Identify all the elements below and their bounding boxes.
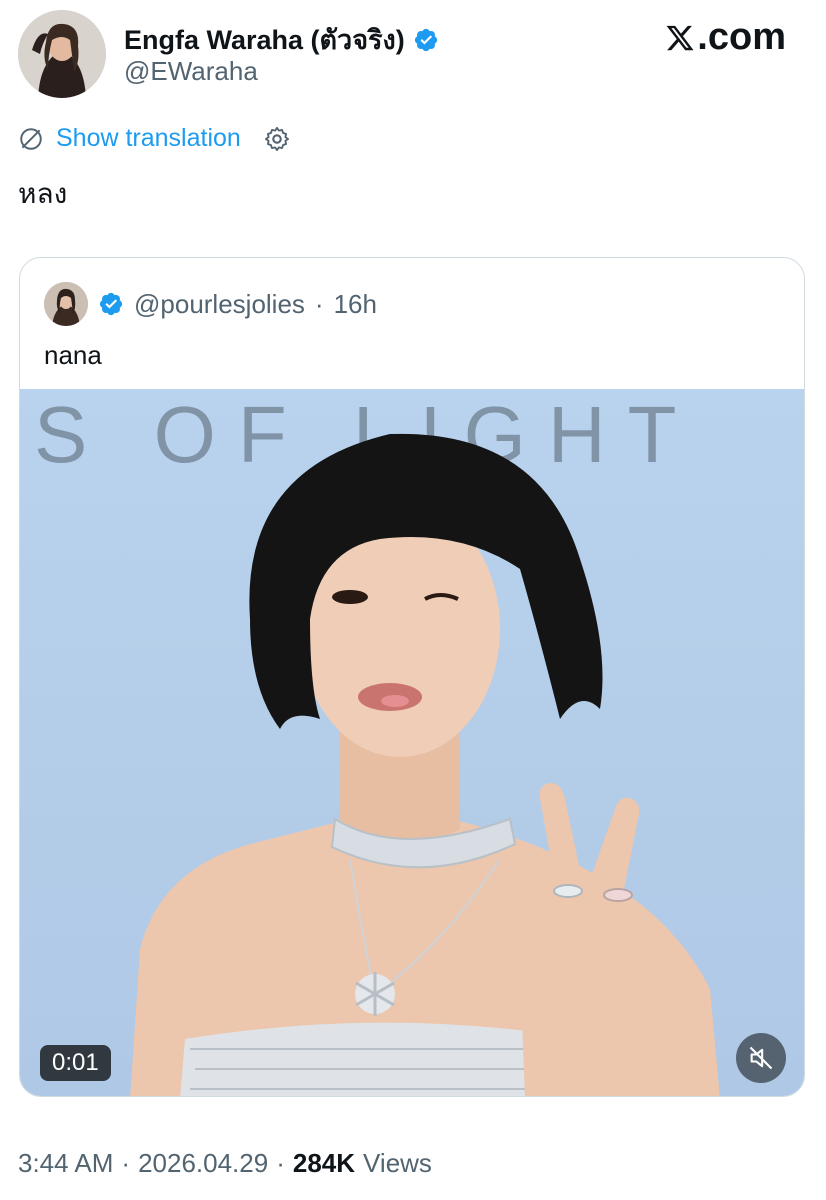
author-avatar[interactable] bbox=[18, 10, 106, 98]
video-player[interactable]: S OF LIGHT 0:01 bbox=[20, 389, 804, 1096]
x-logo: .com bbox=[665, 16, 786, 59]
video-duration-badge: 0:01 bbox=[40, 1045, 111, 1081]
quote-avatar[interactable] bbox=[44, 282, 88, 326]
author-name-row: Engfa Waraha (ตัวจริง) bbox=[124, 18, 439, 61]
show-translation-button[interactable]: Show translation bbox=[18, 124, 291, 153]
author-handle[interactable]: @EWaraha bbox=[124, 56, 258, 87]
views-label: Views bbox=[363, 1148, 432, 1178]
gear-icon[interactable] bbox=[263, 125, 291, 153]
quote-handle[interactable]: @pourlesjolies bbox=[134, 289, 305, 320]
x-brand-icon bbox=[666, 25, 694, 50]
translate-globe-icon bbox=[20, 127, 42, 150]
views-count[interactable]: 284K bbox=[293, 1148, 355, 1179]
tweet-meta: 3:44 AM · 2026.04.29 · 284K Views bbox=[18, 1148, 432, 1179]
quoted-tweet-card[interactable]: @pourlesjolies · 16h nana S OF LIGHT 0:0… bbox=[19, 257, 805, 1097]
quote-separator: · bbox=[314, 288, 324, 319]
tweet-time[interactable]: 3:44 AM bbox=[18, 1148, 113, 1179]
meta-separator: · bbox=[276, 1148, 285, 1178]
x-logo-text: .com bbox=[697, 16, 786, 58]
quote-header: @pourlesjolies · 16h bbox=[44, 282, 377, 326]
muted-speaker-icon bbox=[749, 1046, 773, 1070]
meta-separator: · bbox=[121, 1148, 131, 1178]
video-frame bbox=[130, 433, 720, 1096]
show-translation-label[interactable]: Show translation bbox=[56, 124, 241, 153]
tweet-text: หลง bbox=[18, 178, 68, 209]
author-name[interactable]: Engfa Waraha (ตัวจริง) bbox=[124, 18, 405, 61]
quote-verified-badge-icon bbox=[99, 292, 123, 316]
mute-button[interactable] bbox=[736, 1033, 786, 1083]
quote-time[interactable]: 16h bbox=[334, 289, 377, 320]
verified-badge-icon bbox=[414, 28, 437, 51]
quote-text: nana bbox=[44, 340, 102, 370]
tweet-date[interactable]: 2026.04.29 bbox=[138, 1148, 268, 1179]
